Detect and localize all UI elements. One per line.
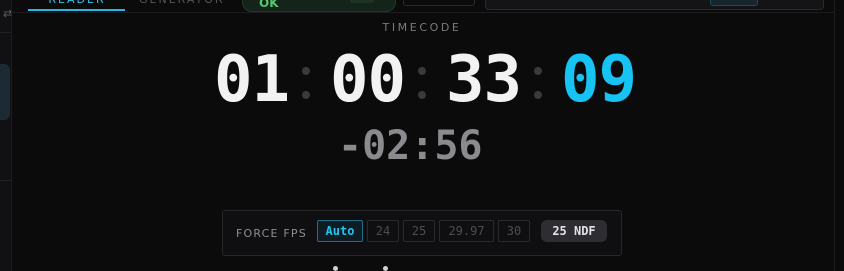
hint-dot	[333, 266, 338, 271]
sidebar-active-item[interactable]	[0, 64, 10, 120]
force-fps-label: FORCE FPS	[236, 227, 307, 240]
detected-fps-badge: 25 NDF	[541, 220, 607, 242]
timecode-reader-window: ⇄ READER GENERATOR OK TIMECODE 01 00 33 …	[0, 0, 844, 271]
fps-option-24[interactable]: 24	[367, 220, 399, 242]
timecode-separator	[302, 67, 310, 99]
right-edge-rail	[834, 0, 844, 271]
timecode-seconds: 33	[446, 43, 522, 117]
top-toolbar: READER GENERATOR OK	[11, 0, 834, 13]
device-selector[interactable]	[485, 0, 824, 10]
timecode-heading: TIMECODE	[382, 21, 462, 34]
toolbar-button[interactable]	[403, 0, 475, 6]
bottom-section-hint	[331, 266, 411, 271]
fps-option-29-97[interactable]: 29.97	[439, 220, 494, 242]
sidebar: ⇄	[0, 0, 12, 271]
status-detail	[350, 0, 374, 3]
timecode-minutes: 00	[330, 43, 406, 117]
timecode-frames: 09	[561, 43, 637, 117]
timecode-hours: 01	[214, 43, 290, 117]
tab-generator[interactable]: GENERATOR	[139, 0, 225, 10]
hint-dot	[383, 266, 388, 271]
fps-option-25[interactable]: 25	[403, 220, 435, 242]
fps-option-30[interactable]: 30	[498, 220, 530, 242]
countdown-display: -02:56	[338, 123, 483, 169]
timecode-separator	[534, 67, 542, 99]
fps-option-auto[interactable]: Auto	[317, 220, 363, 242]
device-action-button[interactable]	[710, 0, 758, 6]
sidebar-divider	[0, 180, 11, 181]
status-label: OK	[259, 0, 279, 10]
active-tab-indicator	[28, 9, 125, 11]
timecode-separator	[418, 67, 426, 99]
